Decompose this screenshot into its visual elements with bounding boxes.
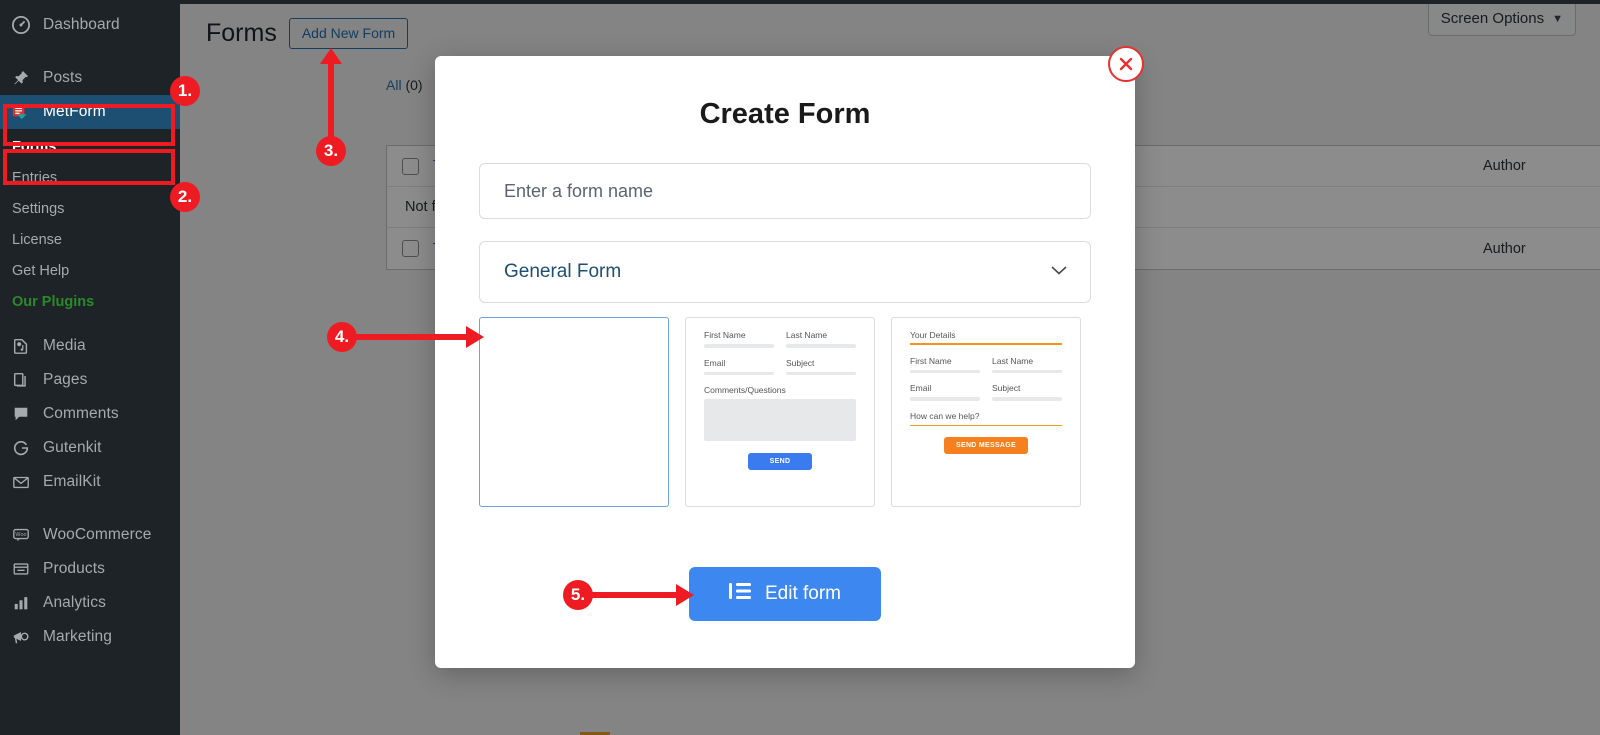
template-submit-button: SEND MESSAGE [944,437,1028,454]
annotation-arrow-4 [466,326,484,348]
template-field-label: Subject [992,383,1021,393]
annotation-badge-2: 2. [170,182,200,212]
megaphone-icon [10,627,31,648]
sidebar-item-analytics[interactable]: Analytics [0,586,180,620]
template-field-underline [704,371,774,375]
template-field-underline [786,371,856,375]
template-field-underline [910,397,980,401]
modal-title: Create Form [699,98,871,130]
form-name-input[interactable] [479,163,1091,219]
sidebar-item-comments[interactable]: Comments [0,397,180,431]
annotation-badge-5: 5. [563,580,593,610]
sidebar-item-posts[interactable]: Posts [0,61,180,95]
create-form-modal: Create Form General Form Blank Form [435,56,1135,668]
template-preview-contact-basic: First Name Last Name Email Subject Comme… [686,318,874,470]
annotation-box-forms [3,149,175,185]
edit-form-button-label: Edit form [764,583,842,604]
template-field-underline [704,344,774,348]
sidebar-item-label: Products [43,560,105,577]
modal-body: General Form [435,163,1135,303]
envelope-icon [10,472,31,493]
template-card-blank[interactable]: Blank Form [479,317,669,507]
annotation-arrow-5 [676,584,694,606]
sidebar-item-license[interactable]: License [0,224,180,255]
template-field-label: How can we help? [910,410,980,421]
template-field-underline [786,344,856,348]
pages-icon [10,370,31,391]
sidebar-item-label: Analytics [43,594,106,611]
template-field-label: Email [704,357,726,368]
list-icon [728,582,751,606]
sidebar-subitem-label: License [12,231,62,248]
template-field-label: Subject [786,357,815,368]
sidebar-item-products[interactable]: Products [0,552,180,586]
gutenkit-icon [10,438,31,459]
sidebar-subitem-label: Our Plugins [12,293,95,310]
annotation-line-4 [356,334,468,340]
sidebar-item-label: Dashboard [43,16,120,33]
sidebar-item-pages[interactable]: Pages [0,363,180,397]
template-heading-rule [910,343,1062,345]
sidebar-item-label: Comments [43,405,119,422]
sidebar-item-label: Marketing [43,628,112,645]
template-field-underline [992,397,1062,401]
edit-form-button[interactable]: Edit form [689,567,881,621]
sidebar-item-label: Pages [43,371,88,388]
annotation-line-5 [592,592,680,598]
form-type-select[interactable]: General Form [479,241,1091,303]
template-textarea [704,399,856,441]
form-type-value: General Form [504,261,622,282]
template-submit-button: SEND [747,453,813,470]
sidebar-item-gutenkit[interactable]: Gutenkit [0,431,180,465]
sidebar-item-label: EmailKit [43,473,101,490]
sidebar-item-label: Media [43,337,86,354]
template-heading: Your Details [910,330,956,340]
sidebar-item-marketing[interactable]: Marketing [0,620,180,654]
annotation-badge-3: 3. [316,136,346,166]
sidebar-item-label: Gutenkit [43,439,102,456]
sidebar-item-media[interactable]: Media [0,329,180,363]
products-icon [10,559,31,580]
comments-icon [10,404,31,425]
pin-icon [10,68,31,89]
template-field-underline [910,369,980,373]
sidebar-item-our-plugins[interactable]: Our Plugins [0,286,180,317]
sidebar-subitem-label: Settings [12,200,65,217]
sidebar-item-dashboard[interactable]: Dashboard [0,8,180,42]
template-field-label: Comments/Questions [704,385,786,395]
annotation-box-metform [3,104,175,146]
annotation-arrow-3 [320,48,342,64]
annotation-badge-4: 4. [327,322,357,352]
template-field-label: Last Name [992,355,1034,366]
template-field-label: First Name [910,355,952,366]
annotation-badge-1: 1. [170,76,200,106]
template-list: Blank Form First Name Last Name [435,317,1135,507]
template-card-contact-basic[interactable]: First Name Last Name Email Subject Comme… [685,317,875,507]
sidebar-item-emailkit[interactable]: EmailKit [0,465,180,499]
sidebar-item-label: WooCommerce [43,526,152,543]
sidebar-item-get-help[interactable]: Get Help [0,255,180,286]
svg-text:Woo: Woo [15,532,26,538]
template-field-label: Last Name [786,330,828,340]
media-icon [10,336,31,357]
template-preview-blank [480,318,668,330]
template-field-label: Email [910,383,932,393]
sidebar-item-woocommerce[interactable]: Woo WooCommerce [0,518,180,552]
woo-icon: Woo [10,525,31,546]
template-preview-contact-details: Your Details First Name Last Name Email … [892,318,1080,454]
chevron-down-icon [1050,263,1068,281]
template-field-underline [992,369,1062,373]
template-field-label: First Name [704,330,746,340]
analytics-icon [10,593,31,614]
sidebar-item-settings[interactable]: Settings [0,193,180,224]
template-card-contact-details[interactable]: Your Details First Name Last Name Email … [891,317,1081,507]
sidebar-item-label: Posts [43,69,83,86]
annotation-line-3 [328,62,334,140]
template-field-rule [910,424,1062,426]
close-icon[interactable] [1108,46,1144,82]
dashboard-icon [10,15,31,36]
sidebar-subitem-label: Get Help [12,262,70,279]
